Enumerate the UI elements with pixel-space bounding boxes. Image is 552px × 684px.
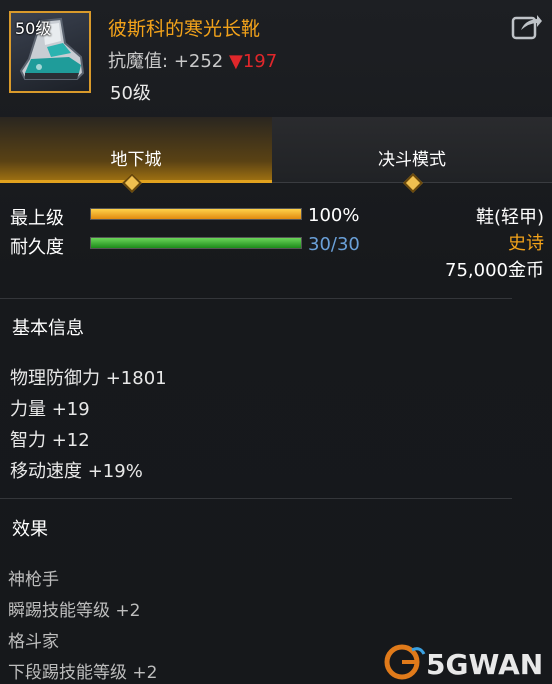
- required-level: 50级: [110, 83, 151, 104]
- grade-label: 最上级: [10, 208, 64, 229]
- watermark-text: 5GWAN: [426, 648, 543, 680]
- item-icon-frame[interactable]: 50级: [9, 11, 91, 93]
- stat-decrease-arrow: ▼: [229, 51, 243, 72]
- item-rarity: 史诗: [508, 233, 544, 254]
- item-type: 鞋(轻甲): [475, 207, 544, 228]
- attribute-line: 智力 +12: [10, 430, 90, 451]
- durability-value: 30/30: [308, 234, 360, 255]
- item-price: 75,000金币: [445, 260, 544, 281]
- basic-info-title: 基本信息: [12, 318, 84, 339]
- tab-dungeon[interactable]: 地下城: [0, 117, 272, 183]
- tab-duel-mode-label: 决斗模式: [378, 150, 446, 170]
- durability-bar: [90, 237, 302, 249]
- effect-line: 瞬踢技能等级 +2: [8, 601, 141, 621]
- share-icon[interactable]: [511, 12, 543, 40]
- site-watermark-logo: 5GWAN: [384, 644, 543, 680]
- stat-value: +252: [173, 51, 224, 72]
- effect-line: 神枪手: [8, 570, 59, 590]
- item-name: 彼斯科的寒光长靴: [108, 18, 261, 40]
- effect-line: 格斗家: [8, 632, 59, 652]
- attribute-line: 移动速度 +19%: [10, 461, 143, 482]
- item-level-badge: 50级: [15, 19, 52, 38]
- stat-decrease-value: 197: [242, 51, 278, 72]
- attribute-line: 力量 +19: [10, 399, 90, 420]
- stat-label: 抗魔值:: [108, 51, 169, 72]
- grade-bar-fill: [91, 209, 301, 219]
- item-tooltip-panel: 50级 彼斯科的寒光长靴 抗魔值: +252 ▼197 50级 地下城 决斗模式…: [0, 0, 552, 684]
- attribute-line: 物理防御力 +1801: [10, 368, 167, 389]
- tab-dungeon-label: 地下城: [110, 150, 162, 170]
- grade-value: 100%: [308, 205, 360, 226]
- grade-bar: [90, 208, 302, 220]
- divider: [0, 298, 512, 299]
- effects-title: 效果: [12, 519, 48, 540]
- divider: [0, 498, 512, 499]
- mode-tabs: 地下城 决斗模式: [0, 117, 552, 183]
- anti-magic-stat: 抗魔值: +252 ▼197: [108, 47, 277, 73]
- effect-line: 下段踢技能等级 +2: [8, 663, 158, 683]
- durability-bar-fill: [91, 238, 301, 248]
- durability-label: 耐久度: [10, 237, 64, 258]
